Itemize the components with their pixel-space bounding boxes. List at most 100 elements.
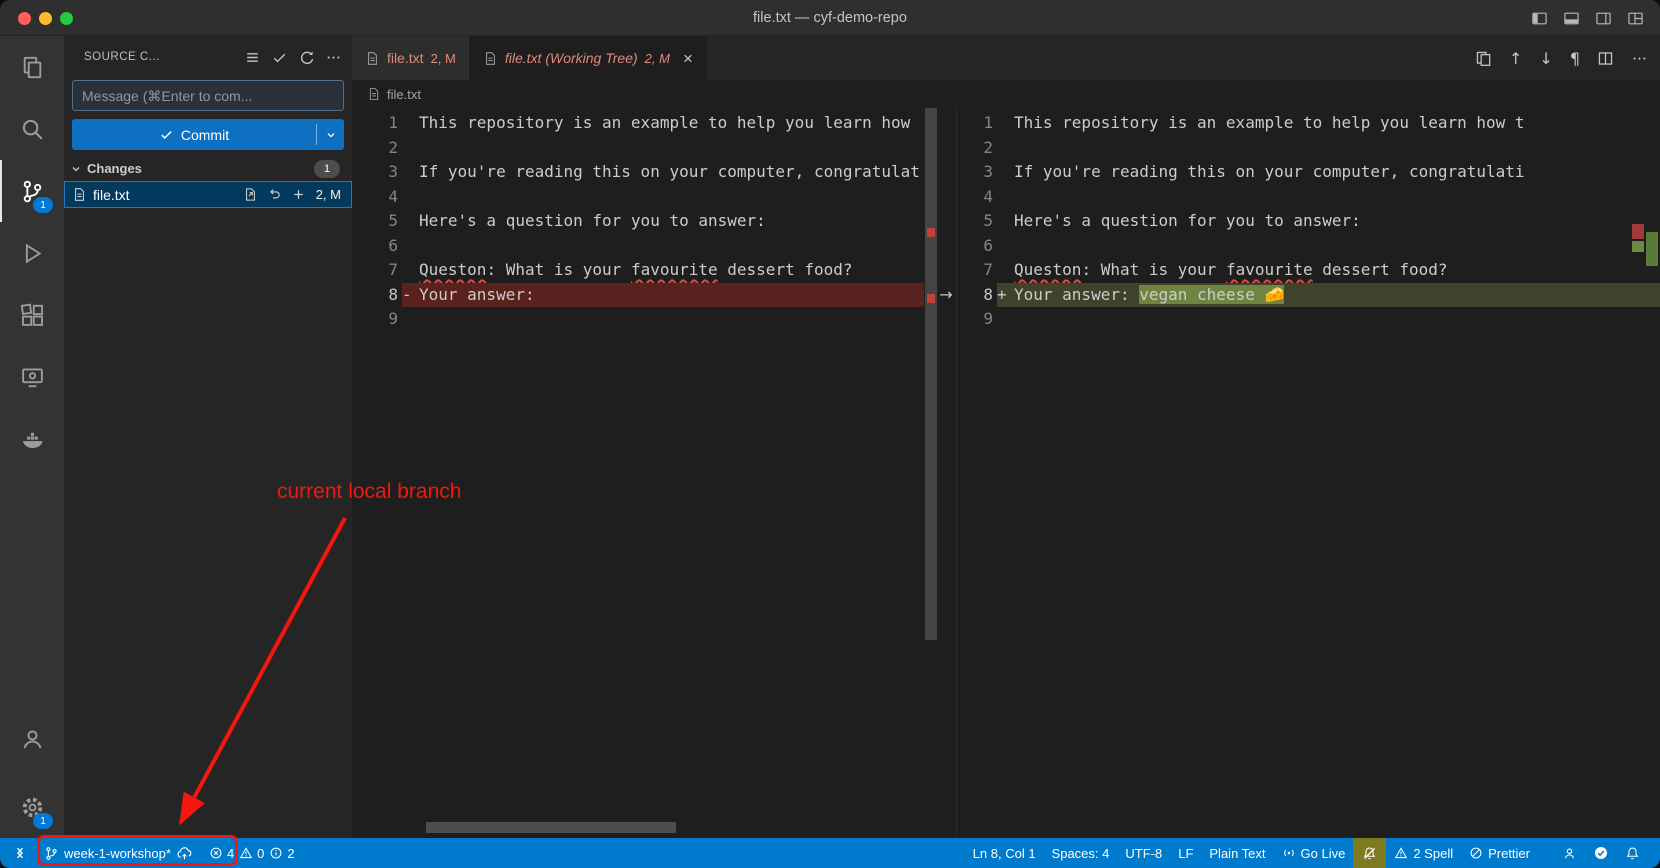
sidebar-item-remote-explorer[interactable]	[0, 346, 64, 408]
stage-changes-icon[interactable]	[291, 187, 306, 202]
code-line[interactable]: 1This repository is an example to help y…	[352, 111, 924, 136]
code-line[interactable]: 6	[352, 234, 924, 259]
sidebar-item-explorer[interactable]	[0, 36, 64, 98]
code-line[interactable]: 1This repository is an example to help y…	[957, 111, 1660, 136]
code-text: If you're reading this on your computer,…	[1014, 160, 1525, 185]
split-editor-icon[interactable]	[1597, 50, 1614, 67]
customize-layout-icon[interactable]	[1627, 10, 1644, 27]
diff-original-pane[interactable]: 1This repository is an example to help y…	[352, 108, 924, 838]
notifications-muted-button[interactable]	[1353, 838, 1386, 868]
prettier-button[interactable]: Prettier	[1461, 838, 1538, 868]
scrollbar-slider[interactable]	[925, 108, 937, 640]
code-line[interactable]: 3If you're reading this on your computer…	[352, 160, 924, 185]
error-count: 4	[227, 846, 234, 861]
check-icon	[159, 127, 174, 142]
file-icon	[367, 87, 381, 101]
code-line[interactable]: 6	[957, 234, 1660, 259]
code-line[interactable]: 8+Your answer: vegan cheese 🧀	[957, 283, 1660, 308]
git-branch-icon	[44, 846, 59, 861]
sidebar-item-run-debug[interactable]	[0, 222, 64, 284]
code-line[interactable]: 9	[352, 307, 924, 332]
commit-button[interactable]: Commit	[72, 119, 344, 150]
view-as-list-icon[interactable]	[244, 49, 261, 66]
indentation-button[interactable]: Spaces: 4	[1044, 838, 1118, 868]
remote-indicator-button[interactable]	[4, 838, 36, 868]
tab-file-txt[interactable]: file.txt 2, M	[352, 36, 470, 80]
zoom-window-button[interactable]	[60, 12, 73, 25]
line-number: 1	[957, 111, 997, 136]
cursor-position-button[interactable]: Ln 8, Col 1	[965, 838, 1044, 868]
spell-checker-button[interactable]: 2 Spell	[1386, 838, 1461, 868]
close-window-button[interactable]	[18, 12, 31, 25]
tab-file-txt-working-tree[interactable]: file.txt (Working Tree) 2, M ×	[470, 36, 707, 80]
code-line[interactable]: 8-Your answer:	[352, 283, 924, 308]
sidebar-item-source-control[interactable]: 1	[0, 160, 64, 222]
eol-button[interactable]: LF	[1170, 838, 1201, 868]
line-number: 8	[352, 283, 402, 308]
language-mode-button[interactable]: Plain Text	[1201, 838, 1273, 868]
status-check-button[interactable]	[1585, 838, 1617, 868]
panel-title: SOURCE C...	[84, 51, 244, 63]
code-line[interactable]: 9	[957, 307, 1660, 332]
horizontal-scrollbar[interactable]	[426, 822, 676, 833]
toggle-panel-icon[interactable]	[1563, 10, 1580, 27]
source-control-header: SOURCE C...	[64, 36, 352, 78]
commit-message-input[interactable]	[72, 80, 344, 111]
sidebar-item-extensions[interactable]	[0, 284, 64, 346]
feedback-button[interactable]	[1554, 838, 1585, 868]
feedback-icon	[1562, 846, 1577, 861]
toggle-secondary-sidebar-icon[interactable]	[1595, 10, 1612, 27]
code-line[interactable]: 4	[352, 185, 924, 210]
diff-marker	[997, 185, 1014, 210]
changes-section-header[interactable]: Changes 1	[64, 156, 352, 181]
open-file-icon[interactable]	[243, 187, 258, 202]
code-line[interactable]: 2	[352, 136, 924, 161]
discard-changes-icon[interactable]	[267, 187, 282, 202]
settings-button[interactable]: 1	[0, 776, 64, 838]
diff-marker	[402, 185, 419, 210]
branch-button[interactable]: week-1-workshop*	[36, 838, 201, 868]
diff-editor: 1This repository is an example to help y…	[352, 108, 1660, 838]
previous-change-icon[interactable]: ↑	[1509, 49, 1522, 68]
code-line[interactable]: 4	[957, 185, 1660, 210]
notifications-button[interactable]	[1617, 838, 1648, 868]
revert-change-arrow-icon[interactable]: →	[934, 282, 958, 307]
minimize-window-button[interactable]	[39, 12, 52, 25]
code-line[interactable]: 7Queston: What is your favourite dessert…	[957, 258, 1660, 283]
line-number: 5	[957, 209, 997, 234]
code-line[interactable]: 3 If you're reading this on your computer…	[957, 160, 1660, 185]
breadcrumb-item-file[interactable]: file.txt	[387, 87, 421, 102]
problems-button[interactable]: 4 0 2	[201, 838, 303, 868]
go-live-button[interactable]: Go Live	[1274, 838, 1354, 868]
next-change-icon[interactable]: ↓	[1539, 49, 1552, 68]
commit-check-icon[interactable]	[271, 49, 288, 66]
encoding-button[interactable]: UTF-8	[1117, 838, 1170, 868]
code-text: Here's a question for you to answer:	[419, 209, 766, 234]
sidebar-item-search[interactable]	[0, 98, 64, 160]
info-count: 2	[287, 846, 294, 861]
open-changes-icon[interactable]	[1475, 50, 1492, 67]
left-pane-scrollbar[interactable]	[924, 108, 938, 838]
remote-explorer-icon	[20, 365, 45, 390]
close-tab-icon[interactable]: ×	[683, 50, 693, 67]
line-number: 3	[957, 160, 997, 185]
more-actions-icon[interactable]	[1631, 50, 1648, 67]
code-line[interactable]: 5 Here's a question for you to answer:	[957, 209, 1660, 234]
language-mode: Plain Text	[1209, 846, 1265, 861]
changed-file-row[interactable]: file.txt 2, M	[64, 181, 352, 208]
refresh-icon[interactable]	[298, 49, 315, 66]
sidebar-item-docker[interactable]	[0, 408, 64, 470]
toggle-whitespace-icon[interactable]: ¶	[1570, 49, 1580, 68]
code-text: Here's a question for you to answer:	[1014, 209, 1361, 234]
diff-modified-pane[interactable]: 1This repository is an example to help y…	[956, 108, 1660, 838]
code-line[interactable]: 7Queston: What is your favourite dessert…	[352, 258, 924, 283]
diff-marker	[402, 136, 419, 161]
more-actions-icon[interactable]	[325, 49, 342, 66]
info-icon	[269, 846, 283, 860]
breadcrumb: file.txt	[352, 80, 1660, 108]
accounts-button[interactable]	[0, 708, 64, 776]
code-line[interactable]: 2	[957, 136, 1660, 161]
toggle-primary-sidebar-icon[interactable]	[1531, 10, 1548, 27]
commit-dropdown-button[interactable]	[317, 119, 344, 150]
code-line[interactable]: 5Here's a question for you to answer:	[352, 209, 924, 234]
